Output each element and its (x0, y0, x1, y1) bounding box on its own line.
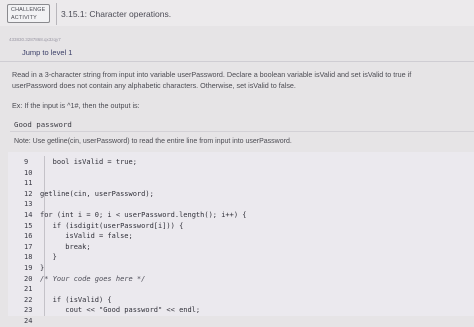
code-line[interactable]: 13 (24, 199, 40, 210)
line-number: 12 (24, 189, 33, 198)
code-line[interactable]: 9 bool isValid = true; (24, 157, 137, 168)
code-line[interactable]: 10 (24, 168, 40, 179)
line-number: 21 (24, 285, 33, 294)
line-number: 11 (24, 179, 33, 188)
code-line[interactable]: 24 (24, 316, 40, 327)
code-text[interactable]: if (isdigit(userPassword[i])) { (40, 222, 184, 230)
code-line[interactable]: 19} (24, 263, 44, 274)
section-divider (0, 61, 474, 62)
code-text[interactable]: getline(cin, userPassword); (40, 190, 154, 198)
line-number: 18 (24, 253, 33, 262)
header-divider (56, 3, 57, 25)
line-number: 23 (24, 306, 33, 315)
line-number: 13 (24, 200, 33, 209)
code-line[interactable]: 14 for (int i = 0; i < userPassword.lengt… (24, 210, 247, 221)
code-text[interactable]: for (int i = 0; i < userPassword.length(… (40, 211, 247, 219)
activity-id: 433830.3287868.qx3zqy7 (9, 37, 61, 42)
code-line[interactable]: 18 } (24, 252, 57, 263)
line-number: 14 (24, 211, 33, 219)
challenge-activity-badge: CHALLENGE ACTIVITY (7, 4, 50, 23)
code-text[interactable]: /* Your code goes here */ (40, 275, 145, 283)
badge-line1: CHALLENGE (11, 7, 46, 13)
task-description: Read in a 3-character string from input … (12, 69, 474, 91)
code-line[interactable]: 22 if (isValid) { (24, 295, 112, 306)
code-line[interactable]: 20 /* Your code goes here */ (24, 274, 145, 285)
code-text[interactable]: cout << "Good password" << endl; (40, 306, 200, 314)
line-number: 24 (24, 317, 33, 325)
note-text: Note: Use getline(cin, userPassword) to … (14, 138, 292, 145)
code-line[interactable]: 21 (24, 284, 40, 295)
line-number: 15 (24, 221, 33, 230)
code-text[interactable]: break; (40, 243, 90, 251)
code-text[interactable]: } (40, 264, 44, 272)
line-number: 20 (24, 274, 33, 283)
line-number: 10 (24, 168, 33, 177)
code-text[interactable]: if (isValid) { (40, 296, 112, 304)
code-line[interactable]: 23 cout << "Good password" << endl; (24, 305, 200, 316)
line-number: 9 (24, 158, 29, 166)
code-line[interactable]: 15 if (isdigit(userPassword[i])) { (24, 221, 183, 232)
example-text: Ex: If the input is ^1#, then the output… (12, 101, 140, 110)
line-number: 22 (24, 295, 33, 304)
activity-title: 3.15.1: Character operations. (61, 9, 172, 19)
line-number: 16 (24, 232, 33, 241)
code-text[interactable]: bool isValid = true; (40, 158, 137, 166)
code-line[interactable]: 11 (24, 178, 40, 189)
code-line[interactable]: 17 break; (24, 242, 91, 253)
code-text[interactable]: } (40, 253, 57, 261)
line-number: 19 (24, 264, 33, 272)
jump-to-level-link[interactable]: Jump to level 1 (22, 48, 72, 57)
description-line-2: userPassword does not contain any alphab… (12, 81, 296, 90)
description-line-1: Read in a 3-character string from input … (12, 70, 412, 79)
activity-header: CHALLENGE ACTIVITY 3.15.1: Character ope… (0, 0, 474, 26)
code-line[interactable]: 16 isValid = false; (24, 231, 133, 242)
badge-line2: ACTIVITY (11, 15, 37, 21)
output-divider (10, 131, 474, 132)
example-output: Good password (14, 120, 72, 129)
line-number: 17 (24, 242, 33, 251)
code-line[interactable]: 12 getline(cin, userPassword); (24, 189, 154, 200)
code-text[interactable]: isValid = false; (40, 232, 132, 240)
